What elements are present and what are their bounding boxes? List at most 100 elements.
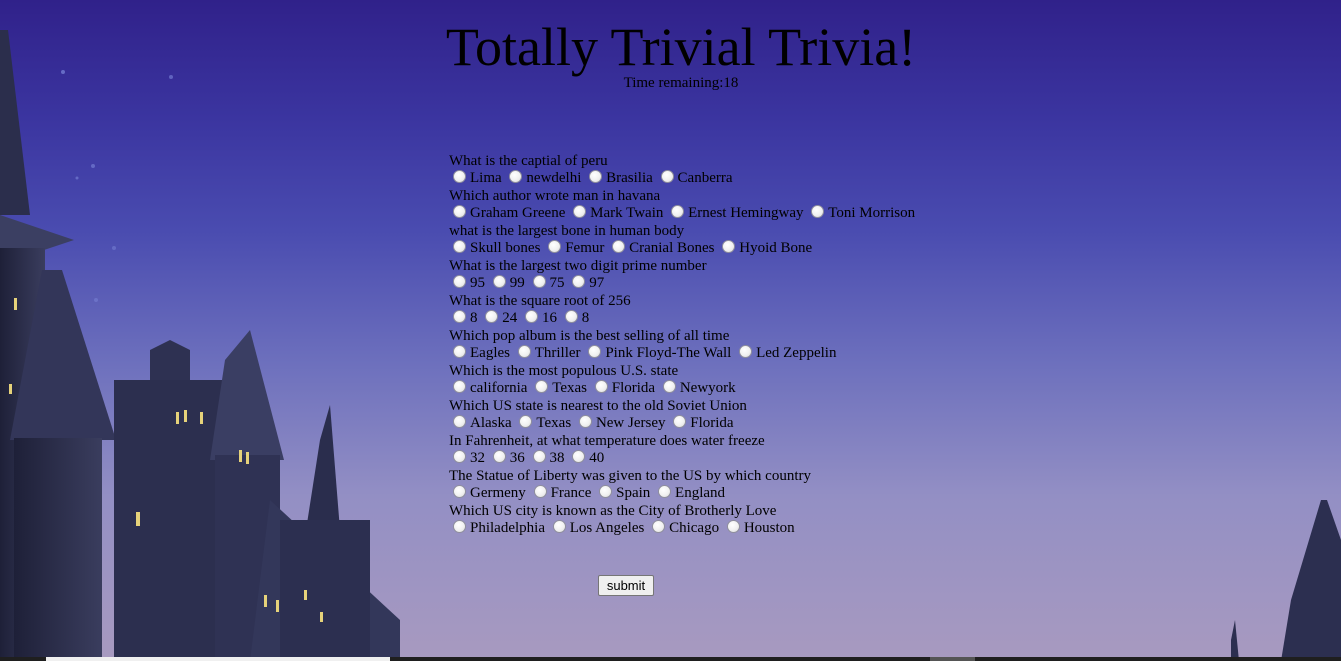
answer-option[interactable]: 24: [481, 309, 517, 327]
radio-button[interactable]: [726, 519, 740, 533]
answer-option[interactable]: Texas: [515, 414, 571, 432]
radio-button[interactable]: [509, 169, 523, 183]
radio-button[interactable]: [589, 169, 603, 183]
answer-option[interactable]: Spain: [595, 484, 650, 502]
answer-option[interactable]: Skull bones: [449, 239, 540, 257]
answer-option[interactable]: 8: [449, 309, 478, 327]
radio-button[interactable]: [572, 449, 586, 463]
answer-option[interactable]: 97: [568, 274, 604, 292]
radio-button[interactable]: [658, 484, 672, 498]
radio-button[interactable]: [594, 379, 608, 393]
radio-button[interactable]: [453, 449, 466, 463]
answer-option[interactable]: Houston: [723, 519, 795, 537]
radio-button[interactable]: [671, 204, 685, 218]
answer-label: France: [550, 485, 592, 501]
answer-option[interactable]: Philadelphia: [449, 519, 545, 537]
answer-option[interactable]: Graham Greene: [449, 204, 565, 222]
answer-option[interactable]: 16: [521, 309, 557, 327]
scrollbar-thumb[interactable]: [46, 657, 390, 661]
answer-option[interactable]: Alaska: [449, 414, 512, 432]
radio-button[interactable]: [519, 414, 533, 428]
answer-option[interactable]: Femur: [544, 239, 604, 257]
radio-button[interactable]: [532, 274, 546, 288]
radio-button[interactable]: [525, 309, 538, 323]
answer-option[interactable]: california: [449, 379, 527, 397]
answer-option[interactable]: Toni Morrison: [807, 204, 915, 222]
answer-option[interactable]: Thriller: [514, 344, 581, 362]
radio-button[interactable]: [588, 344, 602, 358]
radio-button[interactable]: [492, 449, 506, 463]
answer-option[interactable]: Los Angeles: [549, 519, 644, 537]
radio-button[interactable]: [673, 414, 687, 428]
submit-button[interactable]: submit: [598, 575, 654, 596]
radio-button[interactable]: [572, 274, 586, 288]
answer-option[interactable]: New Jersey: [575, 414, 666, 432]
radio-button[interactable]: [453, 309, 466, 323]
answer-options: Alaska Texas New Jersey Florida: [449, 414, 969, 432]
radio-button[interactable]: [453, 484, 466, 498]
answer-option[interactable]: Cranial Bones: [608, 239, 715, 257]
radio-button[interactable]: [573, 204, 587, 218]
answer-option[interactable]: Brasilia: [585, 169, 653, 187]
answer-option[interactable]: Led Zeppelin: [735, 344, 836, 362]
answer-option[interactable]: England: [654, 484, 725, 502]
answer-option[interactable]: Florida: [591, 379, 655, 397]
radio-button[interactable]: [453, 344, 466, 358]
radio-button[interactable]: [453, 204, 466, 218]
radio-button[interactable]: [564, 309, 578, 323]
radio-button[interactable]: [453, 274, 466, 288]
answer-option[interactable]: Germeny: [449, 484, 526, 502]
radio-button[interactable]: [739, 344, 753, 358]
answer-options: Graham Greene Mark Twain Ernest Hemingwa…: [449, 204, 969, 222]
answer-option[interactable]: France: [530, 484, 592, 502]
answer-label: England: [675, 485, 726, 501]
radio-button[interactable]: [652, 519, 666, 533]
answer-option[interactable]: Ernest Hemingway: [667, 204, 804, 222]
answer-option[interactable]: newdelhi: [505, 169, 581, 187]
radio-button[interactable]: [548, 239, 562, 253]
radio-button[interactable]: [453, 379, 466, 393]
radio-button[interactable]: [453, 239, 466, 253]
radio-button[interactable]: [453, 169, 466, 183]
radio-button[interactable]: [811, 204, 825, 218]
question-text: What is the square root of 256: [449, 293, 631, 309]
answer-option[interactable]: Newyork: [659, 379, 736, 397]
answer-option[interactable]: 38: [529, 449, 565, 467]
radio-button[interactable]: [492, 274, 506, 288]
radio-button[interactable]: [662, 379, 676, 393]
answer-option[interactable]: Pink Floyd-The Wall: [584, 344, 731, 362]
answer-option[interactable]: 99: [489, 274, 525, 292]
radio-button[interactable]: [485, 309, 499, 323]
answer-option[interactable]: Chicago: [648, 519, 719, 537]
answer-option[interactable]: Eagles: [449, 344, 510, 362]
radio-button[interactable]: [612, 239, 626, 253]
radio-button[interactable]: [533, 484, 547, 498]
horizontal-scrollbar[interactable]: [0, 657, 1341, 661]
radio-button[interactable]: [722, 239, 736, 253]
answer-option[interactable]: 40: [568, 449, 604, 467]
answer-option[interactable]: Hyoid Bone: [718, 239, 812, 257]
answer-option[interactable]: 36: [489, 449, 525, 467]
answer-option[interactable]: Mark Twain: [569, 204, 663, 222]
answer-option[interactable]: Florida: [669, 414, 734, 432]
answer-option[interactable]: Texas: [531, 379, 587, 397]
radio-button[interactable]: [517, 344, 531, 358]
radio-button[interactable]: [453, 519, 466, 533]
radio-button[interactable]: [453, 414, 466, 428]
radio-button[interactable]: [660, 169, 674, 183]
answer-label: New Jersey: [595, 415, 666, 431]
radio-button[interactable]: [599, 484, 613, 498]
answer-option[interactable]: 95: [449, 274, 485, 292]
answer-label: Skull bones: [470, 240, 541, 256]
answer-option[interactable]: 8: [561, 309, 589, 327]
answer-option[interactable]: 32: [449, 449, 485, 467]
answer-option[interactable]: Lima: [449, 169, 502, 187]
radio-button[interactable]: [578, 414, 592, 428]
answer-option[interactable]: 75: [529, 274, 565, 292]
answer-option[interactable]: Canberra: [657, 169, 733, 187]
radio-button[interactable]: [552, 519, 566, 533]
radio-button[interactable]: [535, 379, 549, 393]
answer-label: Chicago: [669, 520, 720, 536]
answer-options: Philadelphia Los Angeles Chicago Houston: [449, 519, 969, 537]
radio-button[interactable]: [532, 449, 546, 463]
